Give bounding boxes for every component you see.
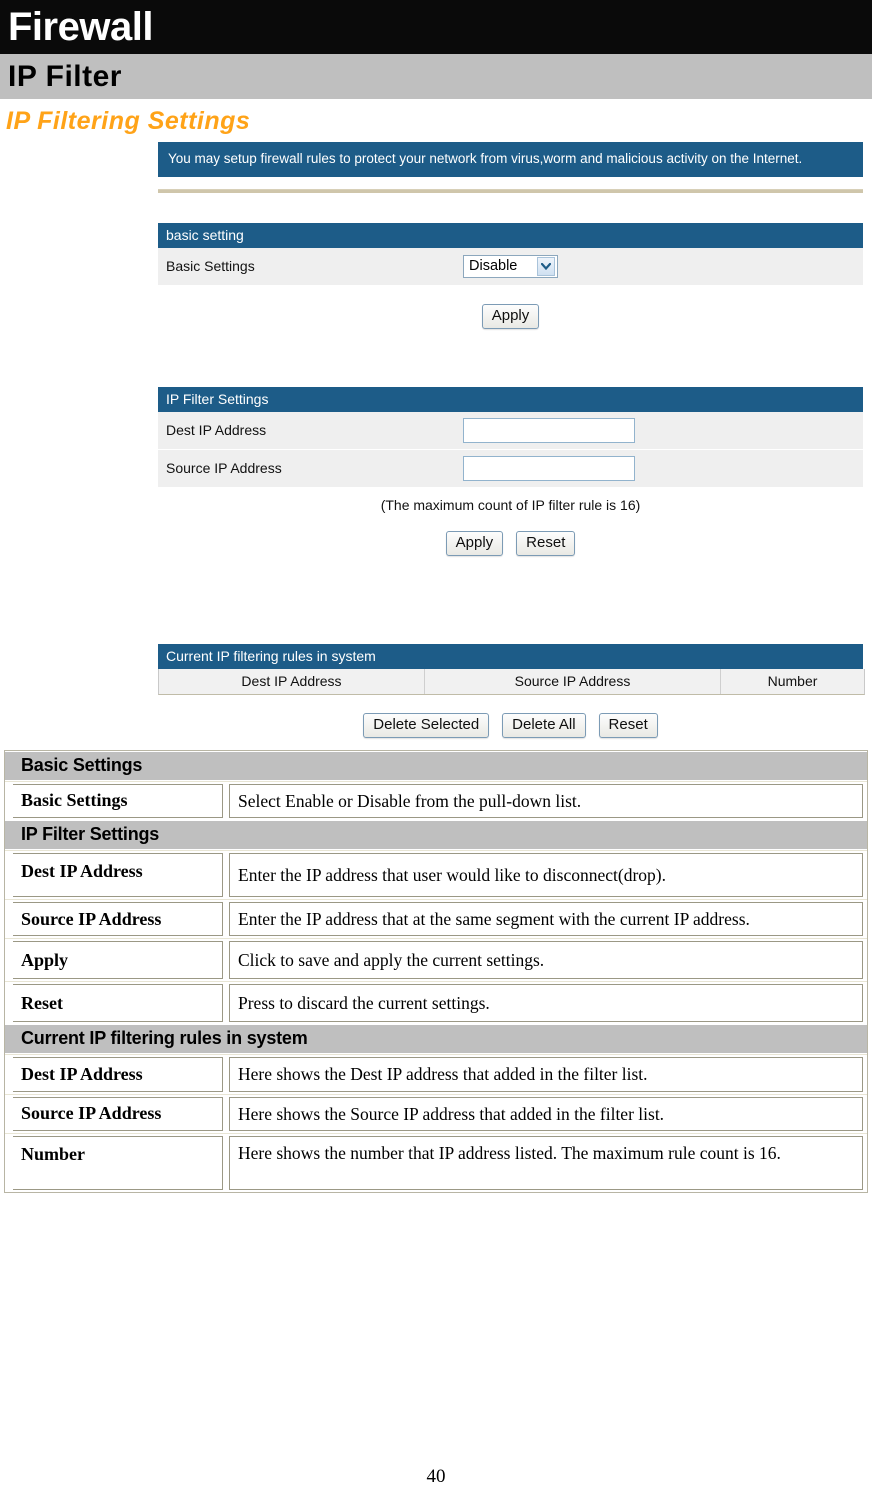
page-subtitle: IP Filter xyxy=(8,59,122,93)
doc-group-header: IP Filter Settings xyxy=(5,819,867,850)
doc-row: Source IP Address Here shows the Source … xyxy=(5,1093,867,1133)
current-rules-table: Dest IP Address Source IP Address Number xyxy=(158,668,865,695)
dest-ip-row: Dest IP Address xyxy=(158,411,863,450)
doc-row-value: Here shows the Source IP address that ad… xyxy=(229,1096,863,1132)
column-header-number: Number xyxy=(721,668,864,694)
page-title-bar: Firewall xyxy=(0,0,872,54)
field-reference-table: Basic Settings Basic Settings Select Ena… xyxy=(4,749,868,1194)
page-subtitle-bar: IP Filter xyxy=(0,54,872,99)
doc-row-key: Apply xyxy=(13,941,223,980)
doc-row: Basic Settings Select Enable or Disable … xyxy=(5,780,867,820)
source-ip-label: Source IP Address xyxy=(166,460,282,477)
basic-settings-select[interactable]: Disable xyxy=(463,254,558,278)
current-rules-header: Current IP filtering rules in system xyxy=(158,643,863,669)
doc-row-value: Press to discard the current settings. xyxy=(229,984,863,1023)
doc-row-value: Select Enable or Disable from the pull-d… xyxy=(229,783,863,818)
doc-row-value: Enter the IP address that user would lik… xyxy=(229,852,863,897)
delete-all-button[interactable]: Delete All xyxy=(502,712,586,738)
filter-apply-button[interactable]: Apply xyxy=(445,530,504,556)
section-title: IP Filtering Settings xyxy=(6,107,251,135)
doc-row-value: Here shows the number that IP address li… xyxy=(229,1136,863,1191)
doc-row-value: Here shows the Dest IP address that adde… xyxy=(229,1057,863,1092)
page-number: 40 xyxy=(426,1466,446,1487)
doc-row: Dest IP Address Here shows the Dest IP a… xyxy=(5,1054,867,1093)
basic-apply-button[interactable]: Apply xyxy=(481,303,540,329)
doc-row-value: Enter the IP address that at the same se… xyxy=(229,901,863,937)
dest-ip-label: Dest IP Address xyxy=(166,422,267,439)
basic-settings-header: basic setting xyxy=(158,222,863,248)
page-title: Firewall xyxy=(8,5,153,49)
chevron-down-icon[interactable] xyxy=(537,256,555,276)
doc-row-key: Dest IP Address xyxy=(13,1057,223,1092)
rules-button-row: Delete Selected Delete All Reset xyxy=(158,712,863,738)
source-ip-input[interactable] xyxy=(463,455,635,481)
doc-row: Reset Press to discard the current setti… xyxy=(5,981,867,1024)
doc-row: Dest IP Address Enter the IP address tha… xyxy=(5,849,867,899)
max-rule-note: (The maximum count of IP filter rule is … xyxy=(380,496,641,513)
doc-group-header: Current IP filtering rules in system xyxy=(5,1024,867,1055)
doc-row-key: Reset xyxy=(13,984,223,1023)
doc-row-key: Number xyxy=(13,1136,223,1191)
doc-group-header: Basic Settings xyxy=(5,750,867,781)
description-banner: You may setup firewall rules to protect … xyxy=(158,142,863,177)
doc-row-key: Source IP Address xyxy=(13,901,223,937)
basic-apply-row: Apply xyxy=(158,303,863,329)
doc-row-key: Basic Settings xyxy=(13,783,223,818)
doc-row: Source IP Address Enter the IP address t… xyxy=(5,898,867,938)
filter-button-row: Apply Reset xyxy=(158,530,863,556)
column-header-dest-ip: Dest IP Address xyxy=(159,668,425,694)
basic-settings-label: Basic Settings xyxy=(166,258,255,275)
router-web-ui: You may setup firewall rules to protect … xyxy=(0,142,872,738)
doc-row-key: Dest IP Address xyxy=(13,852,223,897)
delete-selected-button[interactable]: Delete Selected xyxy=(363,712,490,738)
doc-row: Number Here shows the number that IP add… xyxy=(5,1133,867,1192)
source-ip-row: Source IP Address xyxy=(158,449,863,488)
filter-reset-button[interactable]: Reset xyxy=(516,530,576,556)
doc-row-value: Click to save and apply the current sett… xyxy=(229,941,863,980)
basic-settings-row: Basic Settings Disable xyxy=(158,247,863,286)
doc-row: Apply Click to save and apply the curren… xyxy=(5,938,867,981)
ip-filter-settings-header: IP Filter Settings xyxy=(158,386,863,412)
dest-ip-input[interactable] xyxy=(463,417,635,443)
column-header-source-ip: Source IP Address xyxy=(425,668,721,694)
basic-settings-select-value: Disable xyxy=(469,258,518,275)
doc-row-key: Source IP Address xyxy=(13,1096,223,1132)
rules-reset-button[interactable]: Reset xyxy=(598,712,658,738)
